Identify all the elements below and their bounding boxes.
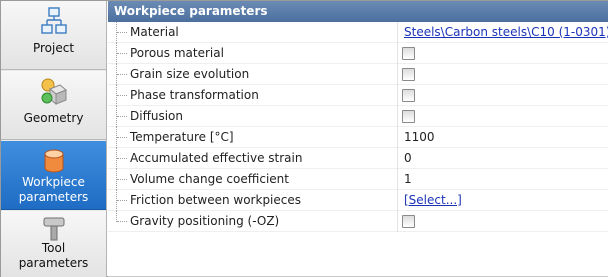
nav-item-geometry[interactable]: Geometry xyxy=(1,71,106,140)
tree-connector xyxy=(116,190,128,211)
diffusion-checkbox[interactable] xyxy=(402,110,415,123)
column-divider xyxy=(397,43,398,64)
property-row-gravity-positioning: Gravity positioning (-OZ) xyxy=(108,211,608,232)
nav-item-label-line1: Tool xyxy=(41,241,66,255)
tree-connector xyxy=(116,64,128,85)
porous-material-checkbox[interactable] xyxy=(402,47,415,60)
friction-select-link[interactable]: [Select...] xyxy=(404,190,462,211)
geometry-shapes-icon xyxy=(41,78,67,105)
tree-connector xyxy=(116,43,128,64)
panel-title: Workpiece parameters xyxy=(108,1,608,22)
phase-transformation-checkbox[interactable] xyxy=(402,89,415,102)
column-divider xyxy=(397,22,398,43)
grain-size-evolution-checkbox[interactable] xyxy=(402,68,415,81)
property-row-volume-change-coefficient: Volume change coefficient 1 xyxy=(108,169,608,190)
tree-connector xyxy=(116,169,128,190)
tree-connector xyxy=(116,106,128,127)
property-row-porous-material: Porous material xyxy=(108,43,608,64)
nav-item-label: Geometry xyxy=(23,111,84,125)
column-divider xyxy=(397,148,398,169)
property-row-material: Material Steels\Carbon steels\C10 (1-030… xyxy=(108,22,608,43)
property-row-diffusion: Diffusion xyxy=(108,106,608,127)
property-name: Temperature [°C] xyxy=(130,130,234,144)
volume-change-value[interactable]: 1 xyxy=(404,169,412,190)
property-name: Volume change coefficient xyxy=(130,172,289,186)
project-tree-icon xyxy=(41,7,67,34)
nav-item-label: Project xyxy=(32,41,75,55)
property-name: Material xyxy=(130,25,179,39)
material-link[interactable]: Steels\Carbon steels\C10 (1-0301) xyxy=(404,22,608,43)
workpiece-cylinder-icon xyxy=(44,149,64,173)
nav-item-tool-parameters[interactable]: Tool parameters xyxy=(1,211,106,277)
gravity-positioning-checkbox[interactable] xyxy=(402,215,415,228)
tree-connector xyxy=(116,211,128,222)
column-divider xyxy=(397,64,398,85)
property-name: Friction between workpieces xyxy=(130,193,302,207)
property-row-temperature: Temperature [°C] 1100 xyxy=(108,127,608,148)
column-divider xyxy=(397,169,398,190)
property-name: Grain size evolution xyxy=(130,67,250,81)
nav-item-label-line1: Workpiece xyxy=(22,175,85,189)
app-window: Project Geometry Workpiece parameters To… xyxy=(0,0,608,277)
accumulated-strain-value[interactable]: 0 xyxy=(404,148,412,169)
column-divider xyxy=(397,106,398,127)
property-name: Gravity positioning (-OZ) xyxy=(130,214,280,228)
column-divider xyxy=(397,211,398,232)
nav-item-project[interactable]: Project xyxy=(1,1,106,70)
column-divider xyxy=(397,127,398,148)
nav-item-workpiece-parameters[interactable]: Workpiece parameters xyxy=(1,141,106,210)
property-name: Diffusion xyxy=(130,109,183,123)
property-name: Phase transformation xyxy=(130,88,259,102)
tree-connector xyxy=(116,148,128,169)
tree-connector xyxy=(116,127,128,148)
nav-item-label-line2: parameters xyxy=(18,190,89,204)
property-name: Accumulated effective strain xyxy=(130,151,303,165)
temperature-value[interactable]: 1100 xyxy=(404,127,435,148)
tree-connector xyxy=(116,85,128,106)
sidebar-nav: Project Geometry Workpiece parameters To… xyxy=(1,1,107,277)
column-divider xyxy=(397,85,398,106)
property-row-phase-transformation: Phase transformation xyxy=(108,85,608,106)
property-row-friction-between-workpieces: Friction between workpieces [Select...] xyxy=(108,190,608,211)
tool-icon xyxy=(43,217,65,241)
tree-connector xyxy=(116,22,128,43)
property-row-grain-size-evolution: Grain size evolution xyxy=(108,64,608,85)
column-divider xyxy=(397,190,398,211)
nav-item-label-line2: parameters xyxy=(18,256,89,270)
property-name: Porous material xyxy=(130,46,224,60)
property-row-accumulated-effective-strain: Accumulated effective strain 0 xyxy=(108,148,608,169)
property-grid: Workpiece parameters Material Steels\Car… xyxy=(108,1,608,277)
